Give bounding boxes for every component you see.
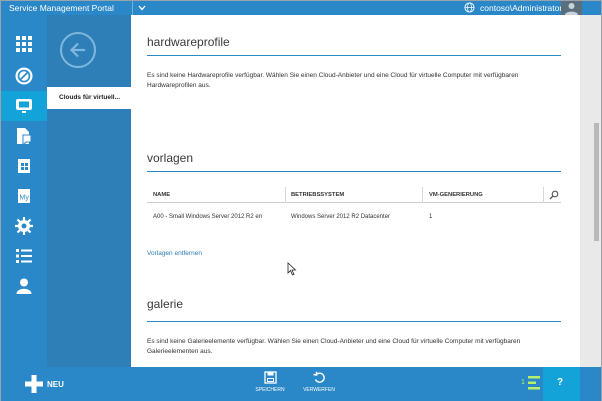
top-bar: Service Management Portal contoso\Admini… <box>1 1 601 15</box>
user-name[interactable]: contoso\Administrator <box>480 3 562 13</box>
undo-icon <box>312 371 325 383</box>
all-items-icon <box>16 36 32 52</box>
virtual-machines-icon <box>16 99 32 113</box>
progress-list-icon <box>528 376 540 390</box>
discard-button[interactable]: VERWERFEN <box>299 371 339 399</box>
avatar[interactable] <box>561 1 582 15</box>
galerie-divider <box>147 321 561 322</box>
templates-table-header: NAME BETRIEBSSYSTEM VM-GENERIERUNG <box>147 187 561 203</box>
service-bus-icon <box>17 128 32 146</box>
new-button[interactable]: NEU <box>25 375 75 395</box>
search-icon[interactable] <box>549 190 559 200</box>
svg-text:My: My <box>20 195 30 202</box>
secondary-nav: Clouds für virtuell... <box>47 15 131 367</box>
save-icon <box>263 371 277 384</box>
save-button-label: SPEICHERN <box>255 387 285 393</box>
chevron-down-icon[interactable] <box>137 2 147 14</box>
mysql-database-icon: My <box>18 189 30 203</box>
rail-item-user-accounts[interactable] <box>1 271 47 301</box>
rail-item-sql-database[interactable] <box>1 151 47 181</box>
mouse-cursor-icon <box>287 262 297 276</box>
remove-templates-link[interactable]: Vorlagen entfernen <box>147 250 202 257</box>
rail-item-web-sites[interactable] <box>1 61 47 91</box>
save-button[interactable]: SPEICHERN <box>250 371 290 399</box>
globe-icon[interactable] <box>464 2 475 13</box>
rail-item-plans[interactable] <box>1 241 47 271</box>
column-divider <box>422 187 423 203</box>
rail-item-all-items[interactable] <box>1 29 47 59</box>
hardwareprofile-divider <box>147 55 561 56</box>
help-button[interactable]: ? <box>543 367 580 401</box>
web-sites-icon <box>15 67 33 85</box>
rail-item-automation[interactable] <box>1 211 47 241</box>
automation-icon <box>15 217 33 235</box>
nav-item-clouds[interactable]: Clouds für virtuell... <box>47 87 131 109</box>
plus-icon <box>25 375 43 393</box>
service-rail: My <box>1 15 47 367</box>
new-button-label: NEU <box>47 380 64 389</box>
operations-status[interactable]: 1 <box>521 375 543 393</box>
plans-icon <box>16 249 32 263</box>
command-bar: NEU SPEICHERN VERWERFEN 1 ? <box>1 367 601 401</box>
template-name: A00 - Small Windows Server 2012 R2 en <box>153 214 263 220</box>
sql-database-icon <box>18 159 30 173</box>
scrollbar-thumb[interactable] <box>594 123 599 241</box>
column-header-name[interactable]: NAME <box>153 192 170 198</box>
portal-window: Service Management Portal contoso\Admini… <box>0 0 602 401</box>
main-content: hardwareprofile Es sind keine Hardwarepr… <box>131 15 580 367</box>
app-title[interactable]: Service Management Portal <box>9 3 114 13</box>
galerie-title: galerie <box>147 297 184 311</box>
column-divider <box>543 187 544 203</box>
template-generation: 1 <box>429 214 433 220</box>
back-button[interactable] <box>60 32 96 68</box>
vorlagen-title: vorlagen <box>147 151 194 165</box>
column-divider <box>285 187 286 203</box>
hardwareprofile-title: hardwareprofile <box>147 35 230 49</box>
operations-count: 1 <box>521 379 525 386</box>
rail-item-service-bus[interactable] <box>1 121 47 151</box>
galerie-message: Es sind keine Galerieelemente verfügbar.… <box>147 338 521 355</box>
user-avatar-icon <box>565 3 578 15</box>
table-row[interactable]: A00 - Small Windows Server 2012 R2 en Wi… <box>147 211 561 225</box>
help-label: ? <box>557 377 564 388</box>
column-header-generation[interactable]: VM-GENERIERUNG <box>429 192 483 198</box>
back-arrow-icon <box>69 42 85 58</box>
template-os: Windows Server 2012 R2 Datacenter <box>291 214 391 220</box>
rail-item-mysql-database[interactable]: My <box>1 181 47 211</box>
user-accounts-icon <box>16 278 32 294</box>
hardwareprofile-message: Es sind keine Hardwareprofile verfügbar.… <box>147 72 519 89</box>
column-header-os[interactable]: BETRIEBSSYSTEM <box>291 192 344 198</box>
vertical-scrollbar[interactable] <box>580 15 601 367</box>
rail-item-virtual-machines[interactable] <box>1 91 47 121</box>
title-divider <box>132 1 133 15</box>
discard-button-label: VERWERFEN <box>303 387 335 393</box>
vorlagen-divider <box>147 171 561 172</box>
